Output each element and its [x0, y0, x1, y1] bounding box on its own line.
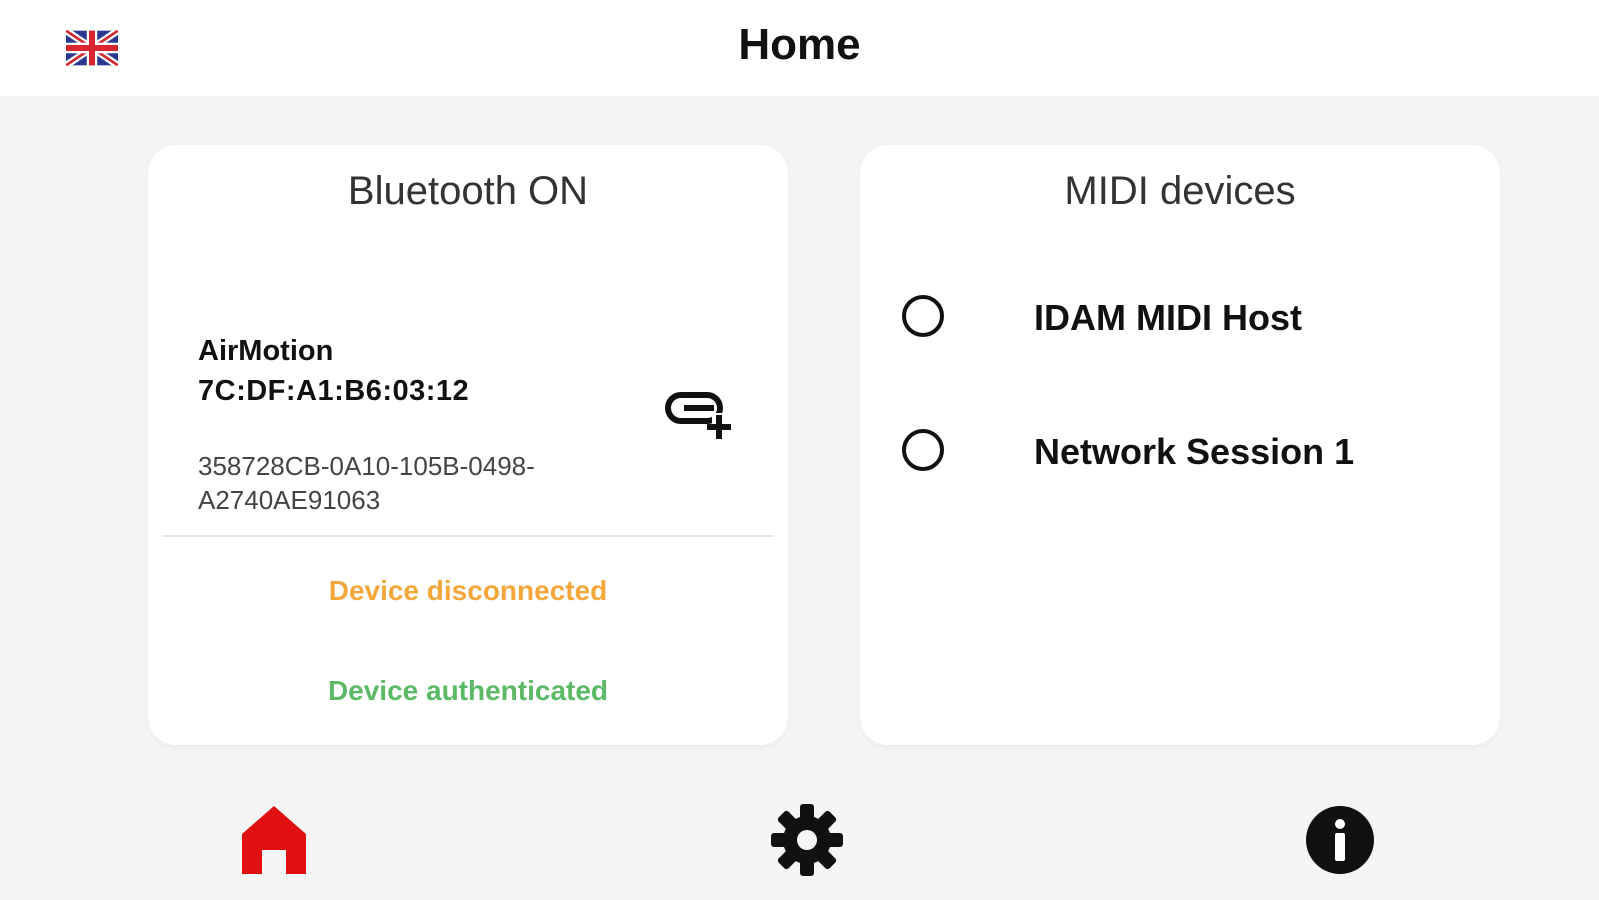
radio-button[interactable] — [902, 295, 944, 337]
device-uuid: 358728CB-0A10-105B-0498-A2740AE91063 — [198, 451, 535, 515]
nav-info[interactable] — [1300, 800, 1380, 880]
status-disconnected: Device disconnected — [328, 575, 608, 606]
nav-settings[interactable] — [767, 800, 847, 880]
midi-device-item[interactable]: Network Session 1 — [900, 419, 1460, 489]
midi-device-label: Network Session 1 — [1034, 431, 1355, 472]
midi-card-title: MIDI devices — [1064, 169, 1296, 213]
nav-home[interactable] — [234, 800, 314, 880]
bluetooth-card: Bluetooth ON AirMotion 7C:DF:A1:B6:03:12… — [148, 145, 788, 745]
device-name: AirMotion — [198, 335, 334, 367]
page-title: Home — [738, 20, 861, 69]
midi-device-label: IDAM MIDI Host — [1034, 297, 1302, 338]
link-add-icon[interactable] — [662, 385, 742, 445]
info-icon — [1300, 800, 1380, 880]
bluetooth-device-row[interactable]: AirMotion 7C:DF:A1:B6:03:12 358728CB-0A1… — [162, 325, 774, 537]
radio-button[interactable] — [902, 429, 944, 471]
header-bar: Home — [0, 0, 1599, 96]
home-icon — [234, 800, 314, 880]
midi-devices-card: MIDI devices IDAM MIDI Host Network Sess… — [860, 145, 1500, 745]
bluetooth-card-title: Bluetooth ON — [347, 169, 589, 213]
device-mac-address: 7C:DF:A1:B6:03:12 — [198, 375, 470, 407]
gear-icon — [767, 800, 847, 880]
app-screen: Home Bluetooth ON AirMotion 7C:DF:A1:B6:… — [0, 0, 1599, 900]
midi-device-item[interactable]: IDAM MIDI Host — [900, 285, 1460, 355]
status-authenticated: Device authenticated — [327, 675, 609, 706]
